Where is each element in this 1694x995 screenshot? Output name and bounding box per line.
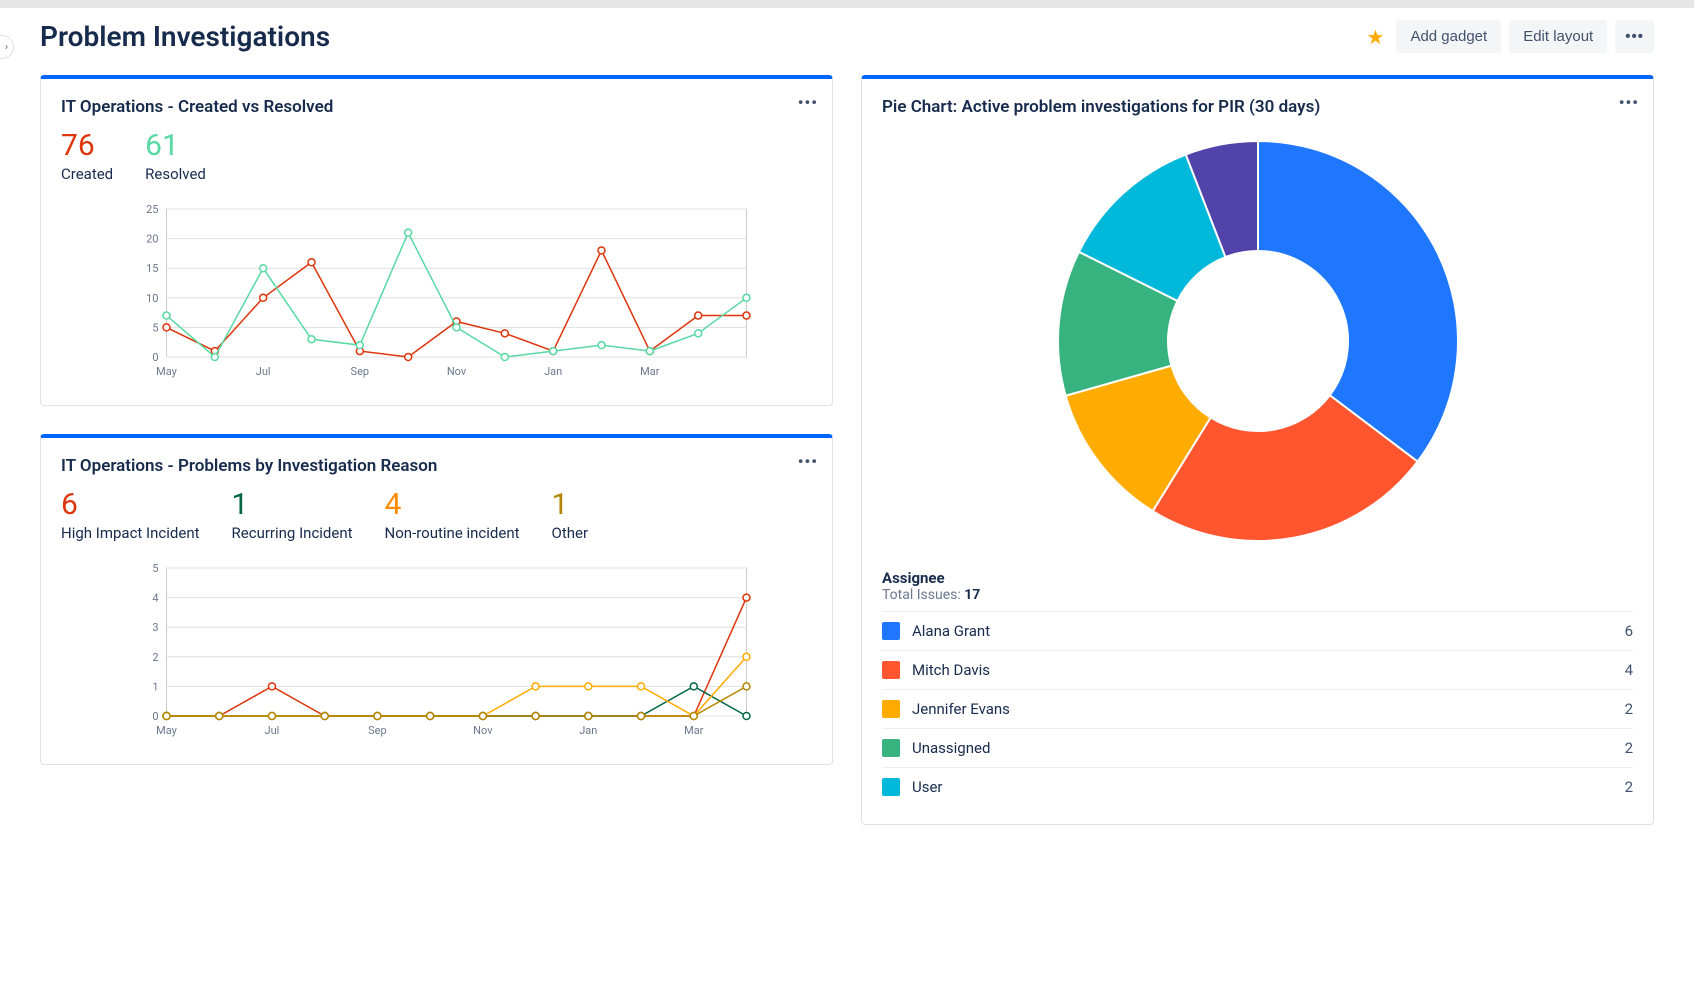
legend-name: Mitch Davis xyxy=(912,661,1625,679)
stat-value: 4 xyxy=(385,490,520,520)
svg-text:Jul: Jul xyxy=(265,724,280,737)
legend-name: Unassigned xyxy=(912,739,1625,757)
svg-text:0: 0 xyxy=(152,351,158,364)
stat-value: 61 xyxy=(145,131,206,161)
chart-problems-by-reason: 0 1 2 3 4 5 May Jul Sep Nov Jan Mar xyxy=(61,562,812,742)
svg-text:Sep: Sep xyxy=(351,365,370,378)
legend-row[interactable]: Mitch Davis4 xyxy=(882,650,1633,689)
legend-swatch xyxy=(882,739,900,757)
stat-value: 6 xyxy=(61,490,200,520)
stat-created: 76 Created xyxy=(61,131,113,183)
svg-text:Mar: Mar xyxy=(684,724,704,737)
svg-text:5: 5 xyxy=(152,321,158,334)
svg-text:25: 25 xyxy=(146,203,158,216)
stat-label: Created xyxy=(61,165,113,183)
legend-title: Assignee xyxy=(882,569,1633,587)
card-menu-button[interactable]: ••• xyxy=(1619,93,1639,112)
svg-text:May: May xyxy=(156,365,178,378)
svg-text:Nov: Nov xyxy=(447,365,467,378)
svg-text:3: 3 xyxy=(152,621,158,634)
legend-count: 6 xyxy=(1625,622,1633,640)
stat-label: Recurring Incident xyxy=(232,524,353,542)
pie-slice[interactable] xyxy=(1258,141,1458,462)
stat-value: 76 xyxy=(61,131,113,161)
card-title: IT Operations - Created vs Resolved xyxy=(61,97,812,117)
card-menu-button[interactable]: ••• xyxy=(798,93,818,112)
card-problems-by-reason: ••• IT Operations - Problems by Investig… xyxy=(40,434,833,765)
add-gadget-button[interactable]: Add gadget xyxy=(1396,20,1501,53)
legend-count: 2 xyxy=(1625,778,1633,796)
star-icon[interactable]: ★ xyxy=(1367,25,1385,49)
expand-sidebar-handle[interactable]: › xyxy=(0,35,14,59)
svg-text:10: 10 xyxy=(146,292,158,305)
svg-text:20: 20 xyxy=(146,233,158,246)
stat-high-impact: 6 High Impact Incident xyxy=(61,490,200,542)
legend-row[interactable]: User2 xyxy=(882,767,1633,806)
edit-layout-button[interactable]: Edit layout xyxy=(1509,20,1607,53)
legend-total-value: 17 xyxy=(964,587,980,603)
header-actions: ★ Add gadget Edit layout ••• xyxy=(1367,20,1655,53)
legend-swatch xyxy=(882,700,900,718)
legend-name: Jennifer Evans xyxy=(912,700,1625,718)
legend-count: 2 xyxy=(1625,700,1633,718)
svg-text:1: 1 xyxy=(152,680,158,693)
stat-label: High Impact Incident xyxy=(61,524,200,542)
card-created-vs-resolved: ••• IT Operations - Created vs Resolved … xyxy=(40,75,833,406)
stat-other: 1 Other xyxy=(552,490,589,542)
stat-recurring: 1 Recurring Incident xyxy=(232,490,353,542)
card-menu-button[interactable]: ••• xyxy=(798,452,818,471)
legend-total-label: Total Issues: xyxy=(882,587,964,603)
chart-created-vs-resolved: 0 5 10 15 20 25 May Jul Sep Nov Jan Mar xyxy=(61,203,812,383)
legend-name: Alana Grant xyxy=(912,622,1625,640)
card-title: Pie Chart: Active problem investigations… xyxy=(882,97,1633,117)
legend-row[interactable]: Unassigned2 xyxy=(882,728,1633,767)
svg-text:5: 5 xyxy=(152,562,158,575)
legend-count: 4 xyxy=(1625,661,1633,679)
legend-swatch xyxy=(882,661,900,679)
stat-label: Other xyxy=(552,524,589,542)
legend-row[interactable]: Jennifer Evans2 xyxy=(882,689,1633,728)
svg-text:Sep: Sep xyxy=(368,724,387,737)
legend-swatch xyxy=(882,778,900,796)
more-actions-button[interactable]: ••• xyxy=(1615,20,1654,53)
stats-row: 6 High Impact Incident 1 Recurring Incid… xyxy=(61,490,812,542)
stat-nonroutine: 4 Non-routine incident xyxy=(385,490,520,542)
svg-text:Jul: Jul xyxy=(256,365,271,378)
page-header: Problem Investigations ★ Add gadget Edit… xyxy=(40,20,1654,53)
stat-label: Resolved xyxy=(145,165,206,183)
stat-resolved: 61 Resolved xyxy=(145,131,206,183)
page-title: Problem Investigations xyxy=(40,20,330,53)
stats-row: 76 Created 61 Resolved xyxy=(61,131,812,183)
legend-name: User xyxy=(912,778,1625,796)
svg-text:Mar: Mar xyxy=(640,365,660,378)
stat-value: 1 xyxy=(232,490,353,520)
legend-subtitle: Total Issues: 17 xyxy=(882,587,1633,603)
svg-text:Jan: Jan xyxy=(544,365,562,378)
legend-row[interactable]: Alana Grant6 xyxy=(882,611,1633,650)
svg-text:Nov: Nov xyxy=(473,724,493,737)
legend-swatch xyxy=(882,622,900,640)
svg-text:Jan: Jan xyxy=(579,724,597,737)
card-title: IT Operations - Problems by Investigatio… xyxy=(61,456,812,476)
svg-text:0: 0 xyxy=(152,710,158,723)
legend-count: 2 xyxy=(1625,739,1633,757)
stat-label: Non-routine incident xyxy=(385,524,520,542)
svg-text:15: 15 xyxy=(146,262,158,275)
svg-text:May: May xyxy=(156,724,178,737)
more-icon: ••• xyxy=(1625,28,1644,45)
stat-value: 1 xyxy=(552,490,589,520)
svg-text:4: 4 xyxy=(152,592,158,605)
card-pie-assignee: ••• Pie Chart: Active problem investigat… xyxy=(861,75,1654,825)
donut-chart xyxy=(1048,131,1468,551)
svg-text:2: 2 xyxy=(152,651,158,664)
legend-list: Alana Grant6Mitch Davis4Jennifer Evans2U… xyxy=(882,611,1633,806)
